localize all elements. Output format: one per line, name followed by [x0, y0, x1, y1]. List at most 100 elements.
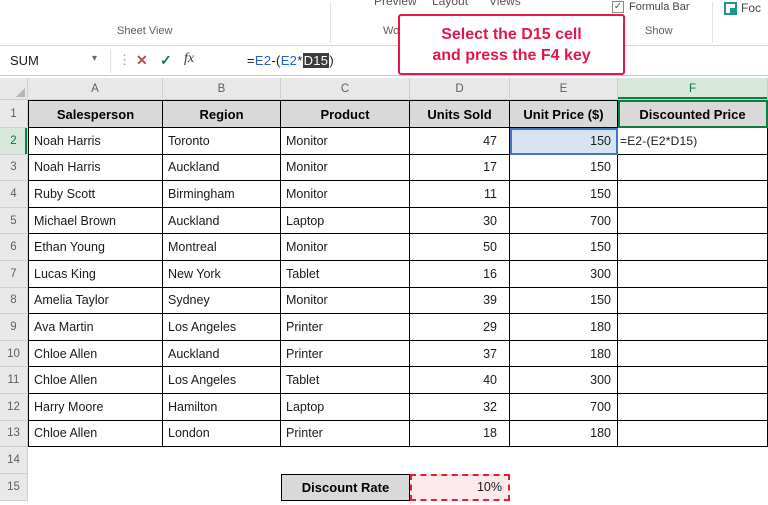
cell-a13[interactable]: Chloe Allen [28, 421, 163, 448]
cell-b10[interactable]: Auckland [163, 341, 281, 368]
cell-e14[interactable] [510, 447, 618, 474]
cell-a6[interactable]: Ethan Young [28, 234, 163, 261]
cell-f12[interactable] [618, 394, 768, 421]
cell-e3[interactable]: 150 [510, 155, 618, 182]
cell-b13[interactable]: London [163, 421, 281, 448]
row-header-9[interactable]: 9 [0, 314, 28, 341]
cell-b12[interactable]: Hamilton [163, 394, 281, 421]
row-header-12[interactable]: 12 [0, 394, 28, 421]
formula-bar-checkbox[interactable]: ✓ Formula Bar [612, 1, 690, 13]
col-header-f[interactable]: F [618, 78, 768, 100]
cell-a3[interactable]: Noah Harris [28, 155, 163, 182]
cell-b14[interactable] [163, 447, 281, 474]
cell-b4[interactable]: Birmingham [163, 181, 281, 208]
row-header-13[interactable]: 13 [0, 421, 28, 448]
cell-d5[interactable]: 30 [410, 208, 510, 235]
cell-d8[interactable]: 39 [410, 288, 510, 315]
cell-d15-discount-rate[interactable]: 10% [410, 474, 510, 501]
cell-d2[interactable]: 47 [410, 128, 510, 155]
cell-a14[interactable] [28, 447, 163, 474]
cell-e13[interactable]: 180 [510, 421, 618, 448]
cell-d9[interactable]: 29 [410, 314, 510, 341]
col-header-b[interactable]: B [163, 78, 281, 100]
focus-button[interactable]: Foc [724, 1, 761, 15]
cell-f6[interactable] [618, 234, 768, 261]
cell-c8[interactable]: Monitor [281, 288, 410, 315]
cell-e1[interactable]: Unit Price ($) [510, 100, 618, 128]
cell-e8[interactable]: 150 [510, 288, 618, 315]
cell-e11[interactable]: 300 [510, 367, 618, 394]
insert-function-icon[interactable]: fx [184, 51, 194, 67]
cancel-icon[interactable]: ✕ [136, 52, 148, 69]
col-header-c[interactable]: C [281, 78, 410, 100]
cell-f4[interactable] [618, 181, 768, 208]
cell-a2[interactable]: Noah Harris [28, 128, 163, 155]
cell-d11[interactable]: 40 [410, 367, 510, 394]
col-header-a[interactable]: A [28, 78, 163, 100]
cell-c4[interactable]: Monitor [281, 181, 410, 208]
cell-e15[interactable] [510, 474, 618, 501]
cell-e7[interactable]: 300 [510, 261, 618, 288]
cell-b11[interactable]: Los Angeles [163, 367, 281, 394]
cell-c15-discount-label[interactable]: Discount Rate [281, 474, 410, 501]
cell-a1[interactable]: Salesperson [28, 100, 163, 128]
cell-e2-referenced[interactable]: 150 [510, 128, 618, 155]
cell-a5[interactable]: Michael Brown [28, 208, 163, 235]
cell-b5[interactable]: Auckland [163, 208, 281, 235]
cell-a9[interactable]: Ava Martin [28, 314, 163, 341]
col-header-d[interactable]: D [410, 78, 510, 100]
cell-d12[interactable]: 32 [410, 394, 510, 421]
row-header-15[interactable]: 15 [0, 474, 28, 501]
cell-c3[interactable]: Monitor [281, 155, 410, 182]
cell-b7[interactable]: New York [163, 261, 281, 288]
row-header-11[interactable]: 11 [0, 367, 28, 394]
row-header-7[interactable]: 7 [0, 261, 28, 288]
row-header-1[interactable]: 1 [0, 100, 28, 128]
row-header-14[interactable]: 14 [0, 447, 28, 474]
cell-f11[interactable] [618, 367, 768, 394]
cell-b3[interactable]: Auckland [163, 155, 281, 182]
cell-e6[interactable]: 150 [510, 234, 618, 261]
cell-b15[interactable] [163, 474, 281, 501]
cell-e12[interactable]: 700 [510, 394, 618, 421]
cell-f15[interactable] [618, 474, 768, 501]
select-all-corner[interactable] [0, 78, 28, 100]
cell-c2[interactable]: Monitor [281, 128, 410, 155]
cell-a11[interactable]: Chloe Allen [28, 367, 163, 394]
cell-e10[interactable]: 180 [510, 341, 618, 368]
cell-f5[interactable] [618, 208, 768, 235]
cell-d7[interactable]: 16 [410, 261, 510, 288]
checkbox-checked-icon[interactable]: ✓ [612, 1, 624, 13]
cell-a7[interactable]: Lucas King [28, 261, 163, 288]
cell-f7[interactable] [618, 261, 768, 288]
row-header-3[interactable]: 3 [0, 155, 28, 182]
cell-f1[interactable]: Discounted Price [618, 100, 768, 128]
cell-e4[interactable]: 150 [510, 181, 618, 208]
cell-f9[interactable] [618, 314, 768, 341]
row-header-5[interactable]: 5 [0, 208, 28, 235]
cell-c12[interactable]: Laptop [281, 394, 410, 421]
cell-e5[interactable]: 700 [510, 208, 618, 235]
cell-b9[interactable]: Los Angeles [163, 314, 281, 341]
name-box-chevron-icon[interactable]: ▾ [92, 53, 97, 64]
cell-b2[interactable]: Toronto [163, 128, 281, 155]
cell-c14[interactable] [281, 447, 410, 474]
cell-f10[interactable] [618, 341, 768, 368]
cell-d3[interactable]: 17 [410, 155, 510, 182]
cell-d1[interactable]: Units Sold [410, 100, 510, 128]
row-header-6[interactable]: 6 [0, 234, 28, 261]
cell-b1[interactable]: Region [163, 100, 281, 128]
cell-a4[interactable]: Ruby Scott [28, 181, 163, 208]
cell-b8[interactable]: Sydney [163, 288, 281, 315]
row-header-4[interactable]: 4 [0, 181, 28, 208]
col-header-e[interactable]: E [510, 78, 618, 100]
cell-c10[interactable]: Printer [281, 341, 410, 368]
cell-b6[interactable]: Montreal [163, 234, 281, 261]
cell-e9[interactable]: 180 [510, 314, 618, 341]
name-box[interactable]: SUM [10, 53, 39, 68]
row-header-8[interactable]: 8 [0, 288, 28, 315]
ribbon-button-layout[interactable]: Layout [432, 0, 468, 8]
cell-f3[interactable] [618, 155, 768, 182]
cell-d13[interactable]: 18 [410, 421, 510, 448]
splitter-dots-icon[interactable]: ⋮ [118, 52, 131, 68]
